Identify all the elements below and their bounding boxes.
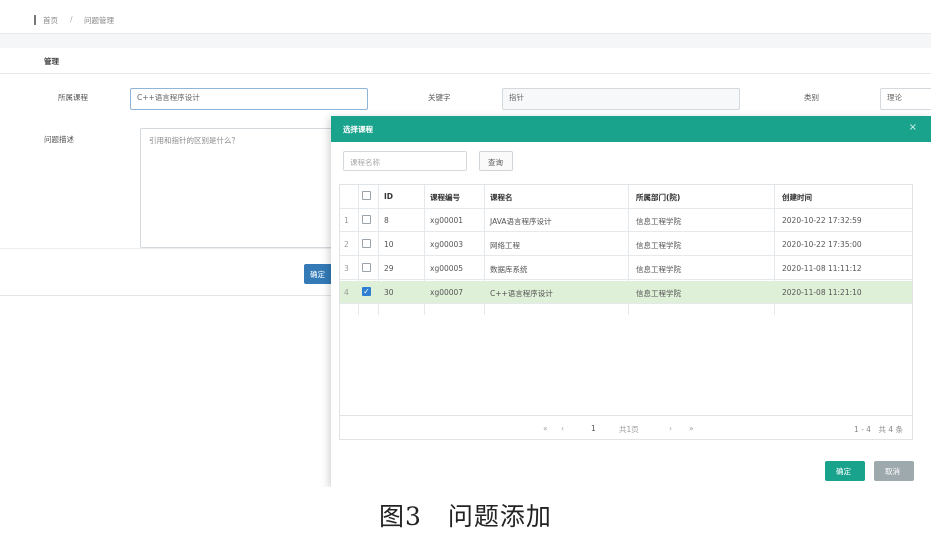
section-header: 管理 (0, 48, 931, 74)
table-row[interactable]: 1 8 xg00001 JAVA语言程序设计 信息工程学院 2020-10-22… (340, 209, 912, 232)
row-number: 3 (344, 264, 349, 273)
cell-time: 2020-11-08 11:11:12 (782, 264, 862, 273)
page-number-input[interactable]: 1 (591, 424, 596, 433)
type-label: 类别 (804, 93, 819, 102)
course-field-value: C++语言程序设计 (137, 93, 200, 102)
cell-dept: 信息工程学院 (636, 289, 681, 298)
keyword-label: 关键字 (428, 93, 451, 102)
confirm-button[interactable]: 确定 (825, 461, 865, 481)
column-header-code[interactable]: 课程编号 (430, 192, 460, 203)
cell-id: 10 (384, 240, 394, 249)
first-page-icon[interactable]: « (543, 424, 548, 433)
cell-code: xg00007 (430, 288, 464, 297)
breadcrumb-home-link[interactable]: 首页 (43, 15, 58, 26)
table-header-row: ID 课程编号 课程名 所属部门(院) 创建时间 (340, 185, 912, 209)
select-all-checkbox[interactable] (362, 191, 371, 200)
desc-textarea[interactable]: 引用和指针的区别是什么？ (140, 128, 340, 248)
cell-time: 2020-10-22 17:35:00 (782, 240, 862, 249)
check-mark-icon: ✓ (363, 287, 370, 296)
course-field[interactable]: C++语言程序设计 (130, 88, 368, 110)
prev-page-icon[interactable]: ‹ (561, 424, 564, 433)
cell-name: 网络工程 (490, 241, 520, 250)
cell-time: 2020-10-22 17:32:59 (782, 216, 862, 225)
row-number: 1 (344, 216, 349, 225)
row-checkbox[interactable] (362, 215, 371, 224)
breadcrumb-marker (34, 15, 36, 25)
form-divider (0, 248, 331, 249)
cell-id: 29 (384, 264, 394, 273)
table-row-selected[interactable]: 4 ✓ 30 xg00007 C++语言程序设计 信息工程学院 2020-11-… (340, 281, 912, 304)
row-number: 2 (344, 240, 349, 249)
breadcrumb: 首页 / 问题管理 (0, 8, 931, 34)
row-checkbox-checked[interactable]: ✓ (362, 287, 371, 296)
column-header-name[interactable]: 课程名 (490, 192, 513, 203)
column-header-time[interactable]: 创建时间 (782, 192, 812, 203)
search-button[interactable]: 查询 (479, 151, 513, 171)
figure-caption: 图3 问题添加 (379, 502, 552, 531)
row-number: 4 (344, 288, 349, 297)
dialog-title: 选择课程 (343, 125, 373, 134)
cell-dept: 信息工程学院 (636, 265, 681, 274)
search-button-label: 查询 (488, 158, 503, 167)
cancel-button-label: 取消 (885, 467, 900, 476)
row-checkbox[interactable] (362, 239, 371, 248)
column-header-id[interactable]: ID (384, 192, 393, 201)
column-header-dept[interactable]: 所属部门(院) (636, 192, 680, 203)
keyword-field[interactable]: 指针 (502, 88, 740, 110)
save-button-label: 确定 (310, 270, 325, 279)
confirm-button-label: 确定 (836, 467, 851, 476)
course-table: ID 课程编号 课程名 所属部门(院) 创建时间 1 8 xg00001 JAV… (339, 184, 913, 440)
cell-code: xg00001 (430, 216, 464, 225)
breadcrumb-current: 问题管理 (84, 16, 114, 25)
course-label: 所属课程 (58, 93, 88, 102)
course-select-dialog: 选择课程 × 课程名称 查询 ID 课程编号 课程名 所属部门(院) 创建时间 (331, 116, 931, 487)
row-checkbox[interactable] (362, 263, 371, 272)
pagination: « ‹ 1 共1页 › » 1 - 4 共 4 条 (339, 415, 913, 439)
cell-dept: 信息工程学院 (636, 241, 681, 250)
cell-code: xg00005 (430, 264, 464, 273)
table-row[interactable]: 2 10 xg00003 网络工程 信息工程学院 2020-10-22 17:3… (340, 233, 912, 256)
cell-id: 30 (384, 288, 394, 297)
cell-time: 2020-11-08 11:21:10 (782, 288, 862, 297)
course-search-input[interactable]: 课程名称 (343, 151, 467, 171)
search-placeholder: 课程名称 (350, 158, 380, 167)
dialog-header: 选择课程 × (331, 116, 931, 142)
breadcrumb-separator: / (70, 15, 73, 24)
cell-dept: 信息工程学院 (636, 217, 681, 226)
cancel-button[interactable]: 取消 (874, 461, 914, 481)
cell-code: xg00003 (430, 240, 464, 249)
last-page-icon[interactable]: » (689, 424, 694, 433)
close-icon[interactable]: × (909, 122, 917, 133)
next-page-icon[interactable]: › (669, 424, 672, 433)
keyword-field-value: 指针 (509, 93, 524, 102)
type-select[interactable]: 理论 (880, 88, 931, 110)
save-button[interactable]: 确定 (304, 264, 334, 284)
record-range: 1 - 4 共 4 条 (853, 425, 903, 434)
cell-name: 数据库系统 (490, 265, 528, 274)
cell-name: JAVA语言程序设计 (490, 217, 552, 226)
type-select-value: 理论 (887, 93, 902, 102)
cell-name: C++语言程序设计 (490, 289, 553, 298)
form-bottom-divider (0, 295, 331, 296)
table-row[interactable]: 3 29 xg00005 数据库系统 信息工程学院 2020-11-08 11:… (340, 257, 912, 280)
desc-label: 问题描述 (44, 135, 74, 144)
desc-textarea-value: 引用和指针的区别是什么？ (149, 136, 239, 145)
total-pages: 共1页 (619, 425, 639, 434)
screenshot: 首页 / 问题管理 管理 所属课程 C++语言程序设计 关键字 指针 类别 理论… (0, 0, 931, 487)
section-title: 管理 (44, 57, 59, 66)
section-band (0, 34, 931, 48)
cell-id: 8 (384, 216, 389, 225)
